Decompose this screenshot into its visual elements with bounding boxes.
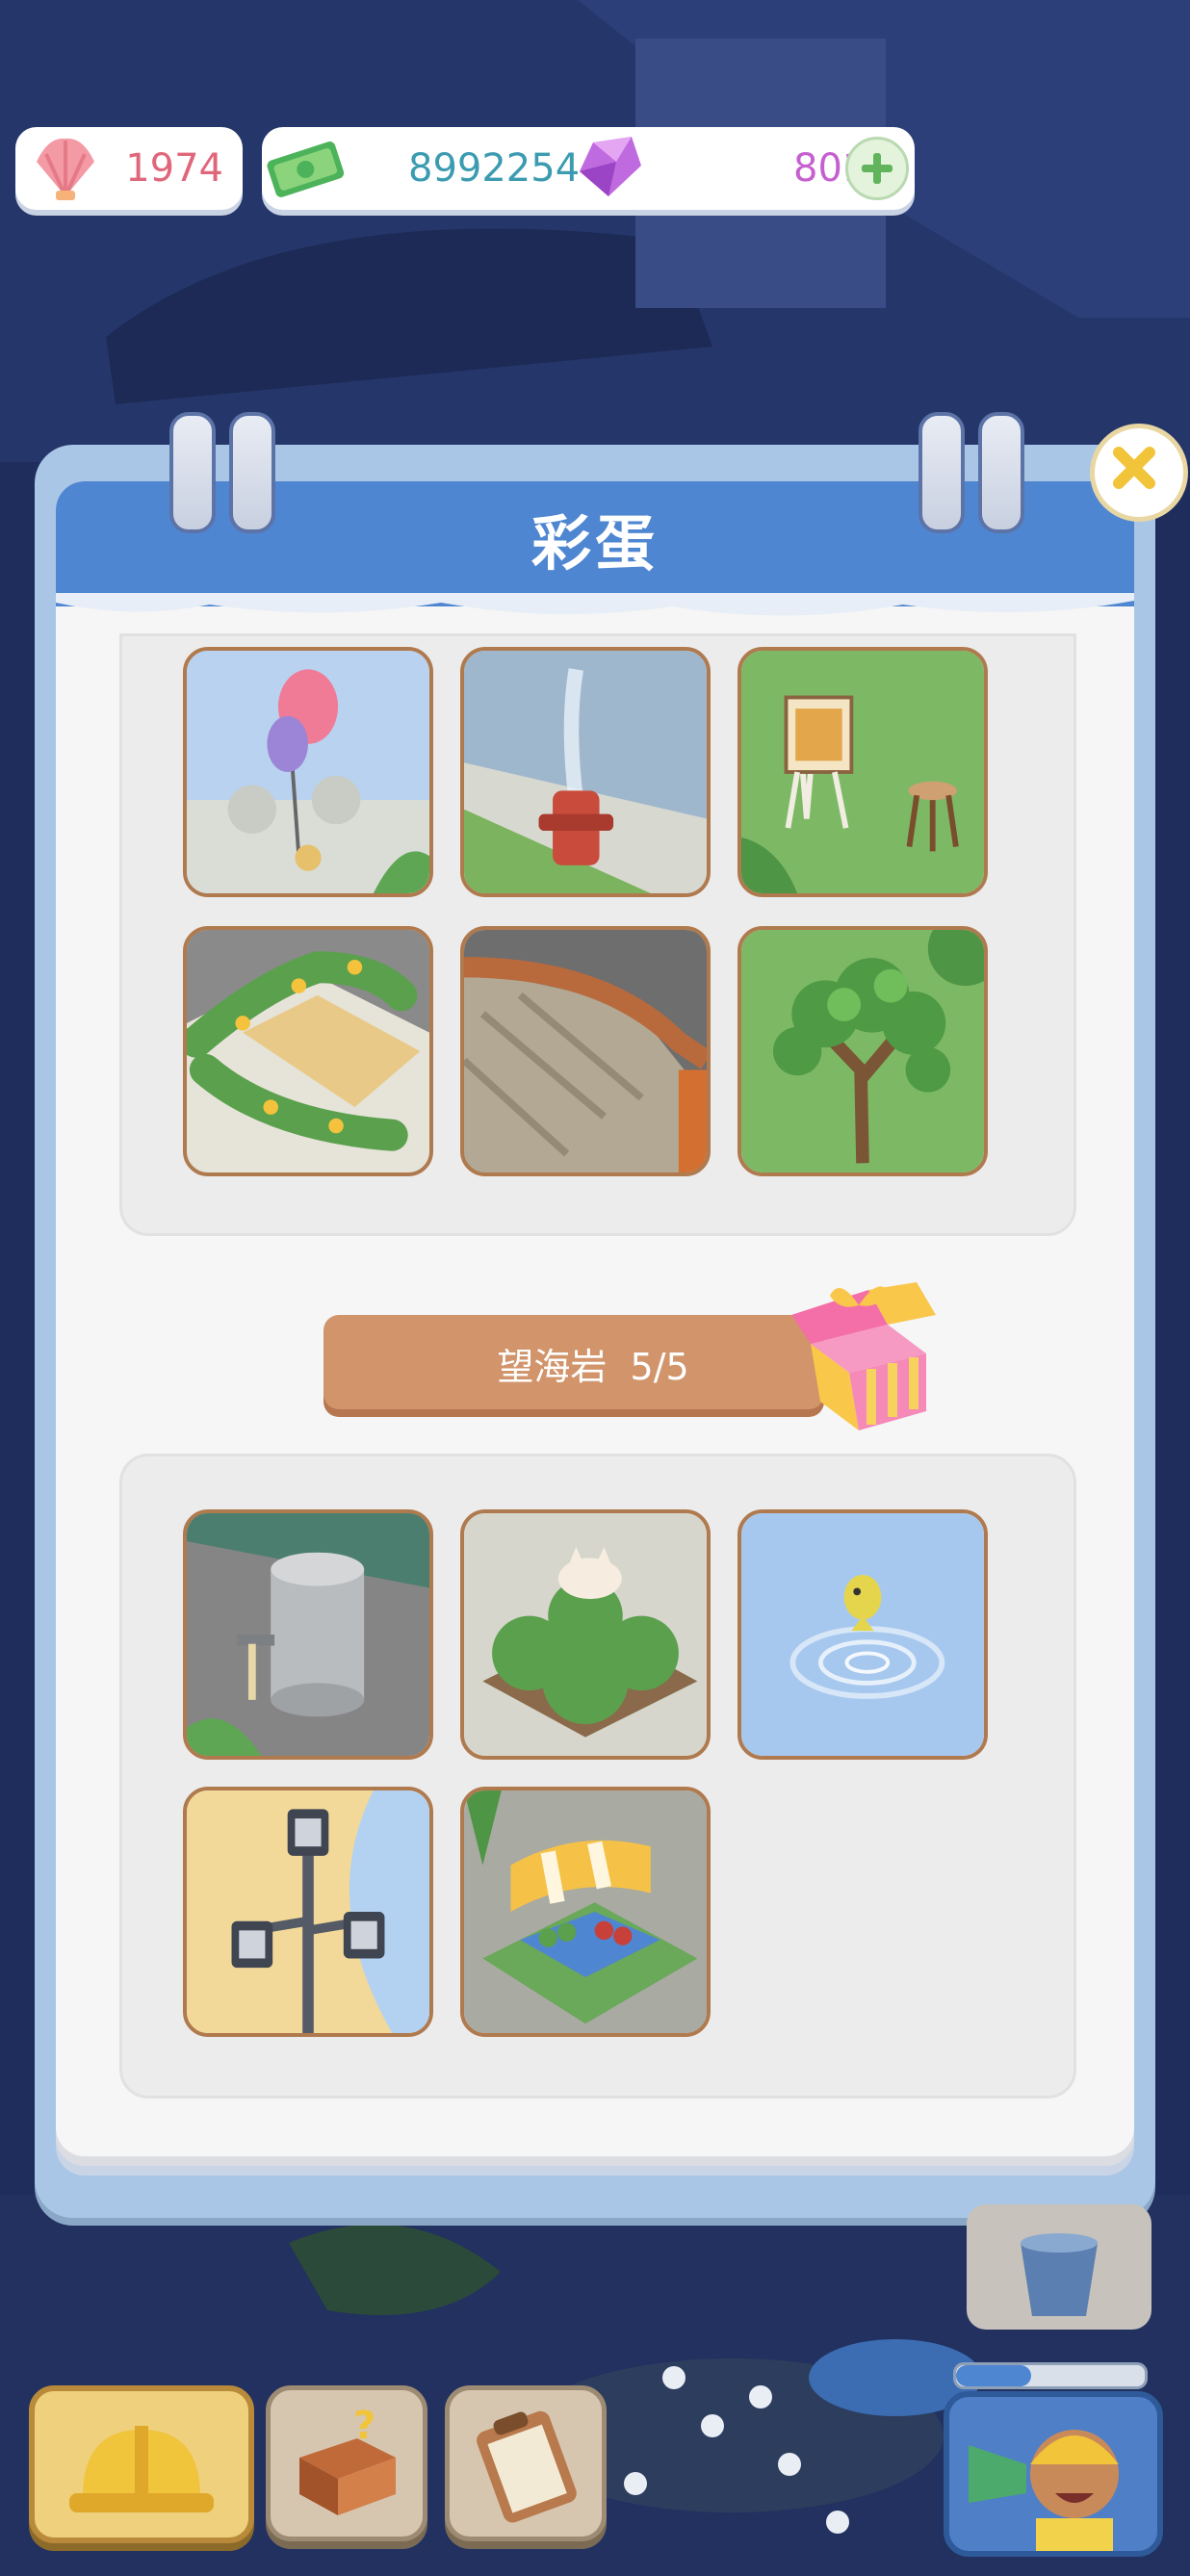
close-icon bbox=[1113, 447, 1155, 489]
hard-hat-icon bbox=[69, 2426, 214, 2512]
add-gems-button[interactable] bbox=[845, 137, 909, 200]
character-button[interactable] bbox=[944, 2391, 1163, 2557]
task-progress-fill bbox=[956, 2365, 1032, 2386]
shell-icon bbox=[37, 138, 94, 200]
gift-box-icon[interactable] bbox=[782, 1276, 945, 1440]
egg-tile-tank[interactable] bbox=[183, 1509, 433, 1760]
binder-ring bbox=[918, 412, 965, 533]
egg-tile-fruit-stall[interactable] bbox=[460, 1787, 711, 2037]
egg-tile-cat-bush[interactable] bbox=[460, 1509, 711, 1760]
shell-currency: 1974 bbox=[15, 127, 243, 210]
egg-tile-tree[interactable] bbox=[737, 926, 988, 1176]
toolbox-button[interactable]: ? bbox=[266, 2385, 427, 2541]
money-gem-bar: 8992254 801 bbox=[262, 127, 915, 210]
section-progress: 5/5 bbox=[630, 1346, 689, 1388]
orders-button[interactable] bbox=[445, 2385, 607, 2541]
toolbox-icon: ? bbox=[299, 2404, 396, 2515]
egg-tile-fish-ripple[interactable] bbox=[737, 1509, 988, 1760]
money-count: 8992254 bbox=[408, 146, 581, 191]
banknote-icon bbox=[267, 142, 345, 197]
section-label: 望海岩 bbox=[497, 1346, 608, 1388]
egg-tile-street-lamp[interactable] bbox=[183, 1787, 433, 2037]
egg-tile-hydrant[interactable] bbox=[460, 647, 711, 897]
header-frost-edge bbox=[56, 593, 1134, 616]
egg-tile-flower-bed[interactable] bbox=[183, 926, 433, 1176]
egg-tile-balloon[interactable] bbox=[183, 647, 433, 897]
shell-count: 1974 bbox=[125, 146, 223, 191]
bucket-icon bbox=[1021, 2233, 1098, 2316]
character-avatar bbox=[969, 2430, 1119, 2551]
close-button[interactable] bbox=[1090, 424, 1188, 522]
gem-icon bbox=[580, 137, 641, 196]
clipboard-icon bbox=[477, 2410, 577, 2523]
binder-ring bbox=[229, 412, 275, 533]
egg-tile-roof[interactable] bbox=[460, 926, 711, 1176]
egg-tile-easel[interactable] bbox=[737, 647, 988, 897]
build-button[interactable] bbox=[29, 2385, 254, 2543]
binder-ring bbox=[978, 412, 1024, 533]
svg-text:?: ? bbox=[353, 2404, 375, 2448]
bucket-button[interactable] bbox=[967, 2204, 1151, 2330]
task-progress-bar bbox=[953, 2362, 1148, 2389]
binder-ring bbox=[169, 412, 216, 533]
